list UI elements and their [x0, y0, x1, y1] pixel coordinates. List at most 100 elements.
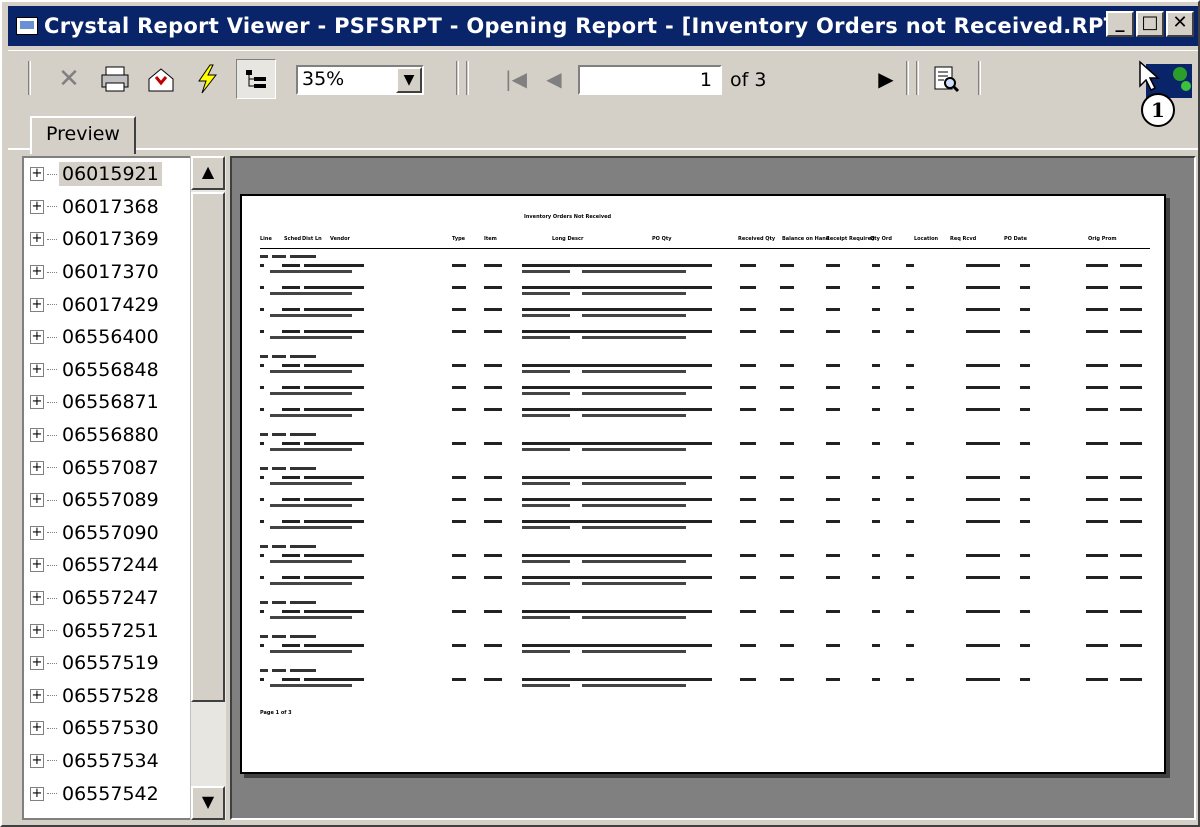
- report-column-header: Req Rcvd: [950, 236, 977, 242]
- tree-item-label: 06557545: [59, 814, 162, 818]
- close-button[interactable]: ✕: [1166, 11, 1194, 37]
- expand-icon[interactable]: +: [30, 688, 44, 703]
- scroll-up-icon[interactable]: ▲: [191, 156, 225, 190]
- report-page: Line Sched Dist Ln Vendor Type Item Inventory …: [240, 194, 1166, 774]
- print-icon[interactable]: [96, 59, 134, 99]
- title-bar[interactable]: Crystal Report Viewer - PSFSRPT - Openin…: [8, 6, 1198, 46]
- report-column-header: Location: [914, 236, 939, 242]
- expand-icon[interactable]: +: [30, 493, 44, 508]
- report-group-header: [260, 668, 320, 676]
- expand-icon[interactable]: +: [30, 362, 44, 377]
- report-row: [260, 406, 1150, 432]
- expand-icon[interactable]: +: [30, 525, 44, 540]
- tree-item-label: 06017369: [62, 228, 159, 251]
- toolbar-separator: [456, 61, 459, 95]
- header-rule: [260, 248, 1150, 249]
- tree-item-label: 06557251: [62, 619, 159, 642]
- expand-icon[interactable]: +: [30, 232, 44, 247]
- tab-strip: Preview: [8, 112, 1198, 154]
- report-row: [260, 608, 1150, 634]
- tree-connector: [47, 206, 57, 208]
- close-report-icon[interactable]: ✕: [50, 59, 88, 99]
- tree-connector: [47, 499, 57, 501]
- scroll-down-icon[interactable]: ▼: [191, 786, 225, 820]
- report-column-header: Type: [452, 236, 466, 242]
- report-group-header: [260, 600, 320, 608]
- tree-connector: [47, 336, 57, 338]
- expand-icon[interactable]: +: [30, 753, 44, 768]
- report-column-header: Line: [260, 236, 272, 242]
- refresh-lightning-icon[interactable]: [188, 59, 226, 99]
- report-column-header: Long Descr: [552, 236, 584, 242]
- maximize-button[interactable]: □: [1136, 11, 1164, 37]
- expand-icon[interactable]: +: [30, 167, 44, 182]
- search-text-icon[interactable]: [926, 59, 966, 99]
- tree-item-label: 06557089: [62, 489, 159, 512]
- toolbar-separator: [28, 61, 31, 95]
- expand-icon[interactable]: +: [30, 297, 44, 312]
- report-column-header: Vendor: [330, 236, 351, 242]
- report-column-header: Inventory Orders Not Received: [524, 214, 612, 220]
- tree-item-label: 06017370: [62, 261, 159, 284]
- scroll-thumb[interactable]: [191, 192, 225, 702]
- tree-item-label: 06557247: [62, 587, 159, 610]
- report-column-header: Dist Ln: [302, 236, 322, 242]
- expand-icon[interactable]: +: [30, 786, 44, 801]
- group-tree-toggle-icon[interactable]: [236, 59, 276, 99]
- tree-item-label: 06556880: [62, 424, 159, 447]
- tree-connector: [47, 532, 57, 534]
- previous-page-icon[interactable]: ◀: [540, 59, 568, 99]
- report-column-header: Item: [484, 236, 497, 242]
- next-page-icon[interactable]: ▶: [874, 59, 898, 99]
- expand-icon[interactable]: +: [30, 395, 44, 410]
- tree-connector: [47, 727, 57, 729]
- tab-preview[interactable]: Preview: [30, 116, 136, 154]
- tree-connector: [47, 760, 57, 762]
- tree-item-label: 06557534: [62, 749, 159, 772]
- tree-connector: [47, 597, 57, 599]
- expand-icon[interactable]: +: [30, 721, 44, 736]
- zoom-select[interactable]: 35% ▼: [296, 65, 424, 95]
- report-row: [260, 328, 1150, 354]
- tree-item-label: 06557090: [62, 521, 159, 544]
- page-number-input[interactable]: 1: [578, 65, 722, 95]
- tree-item-label: 06556848: [62, 358, 159, 381]
- expand-icon[interactable]: +: [30, 623, 44, 638]
- tree-item-label: 06556400: [62, 326, 159, 349]
- expand-icon[interactable]: +: [30, 460, 44, 475]
- tree-connector: [47, 173, 57, 175]
- report-group-header: [260, 544, 320, 552]
- report-column-header: Orig Prom: [1088, 236, 1117, 242]
- report-column-header: Sched: [284, 236, 302, 242]
- expand-icon[interactable]: +: [30, 265, 44, 280]
- first-page-icon[interactable]: |◀: [502, 59, 530, 99]
- tab-divider: [8, 148, 1198, 150]
- expand-icon[interactable]: +: [30, 330, 44, 345]
- zoom-value: 35%: [302, 68, 345, 90]
- tree-connector: [47, 304, 57, 306]
- expand-icon[interactable]: +: [30, 199, 44, 214]
- expand-icon[interactable]: +: [30, 558, 44, 573]
- tree-connector: [47, 238, 57, 240]
- tree-item-label: 06557528: [62, 684, 159, 707]
- report-group-header: [260, 254, 320, 262]
- expand-icon[interactable]: +: [30, 591, 44, 606]
- tree-item-label: 06557542: [62, 782, 159, 805]
- tree-connector: [47, 401, 57, 403]
- page-count-label: of 3: [730, 69, 767, 91]
- tree-item-label: 06017368: [62, 195, 159, 218]
- tree-item-label: 06556871: [62, 391, 159, 414]
- toolbar-separator: [906, 61, 909, 95]
- report-row: [260, 676, 1150, 702]
- minimize-button[interactable]: _: [1106, 11, 1134, 37]
- tree-connector: [47, 564, 57, 566]
- tree-item-label: 06015921: [59, 162, 162, 187]
- expand-icon[interactable]: +: [30, 819, 44, 820]
- tree-connector: [47, 271, 57, 273]
- report-viewer-window: Crystal Report Viewer - PSFSRPT - Openin…: [0, 0, 1200, 827]
- export-icon[interactable]: [142, 59, 180, 99]
- tree-scrollbar[interactable]: ▲ ▼: [190, 156, 226, 820]
- chevron-down-icon[interactable]: ▼: [396, 67, 422, 93]
- expand-icon[interactable]: +: [30, 656, 44, 671]
- expand-icon[interactable]: +: [30, 428, 44, 443]
